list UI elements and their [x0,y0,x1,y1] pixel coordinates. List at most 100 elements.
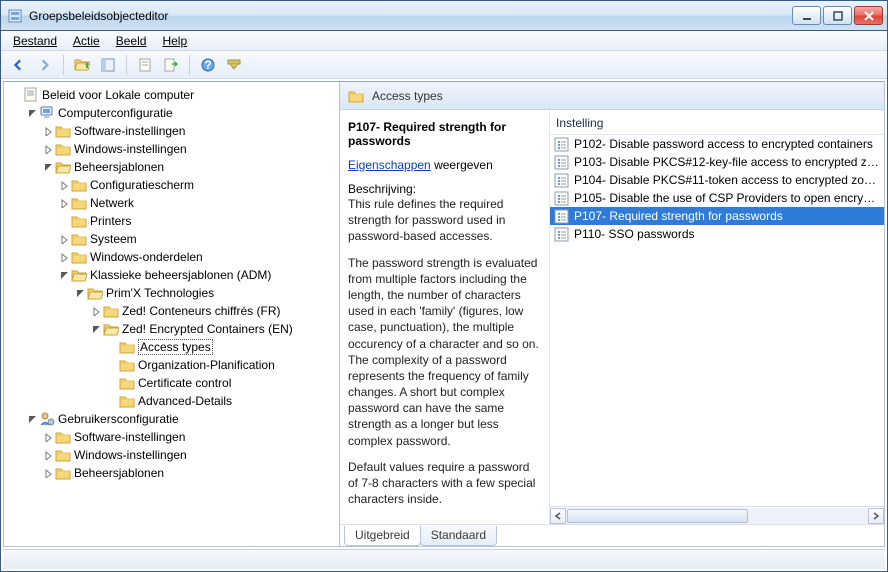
tree-root[interactable]: Beleid voor Lokale computer [8,86,339,104]
scroll-thumb[interactable] [567,509,748,523]
menu-view[interactable]: Beeld [108,31,155,51]
blank-icon [10,89,22,101]
properties-link[interactable]: Eigenschappen [348,158,431,172]
toolbar: ? [1,51,887,79]
list-item[interactable]: P102- Disable password access to encrypt… [550,135,884,153]
tree-user-software[interactable]: Software-instellingen [40,428,339,446]
tree-org-plan[interactable]: Organization-Planification [104,356,339,374]
menu-action[interactable]: Actie [65,31,108,51]
expander-closed-icon[interactable] [42,449,54,461]
folder-icon [119,340,135,354]
expander-closed-icon[interactable] [42,143,54,155]
list-item-selected[interactable]: P107- Required strength for passwords [550,207,884,225]
folder-icon [103,304,119,318]
list-item[interactable]: P103- Disable PKCS#12-key-file access to… [550,153,884,171]
list-item[interactable]: P104- Disable PKCS#11-token access to en… [550,171,884,189]
maximize-button[interactable] [823,6,852,25]
view-tabs: Uitgebreid Standaard [340,524,884,546]
computer-icon [39,105,55,121]
expander-closed-icon[interactable] [90,305,102,317]
tab-standard[interactable]: Standaard [420,526,497,546]
list-item[interactable]: P110- SSO passwords [550,225,884,243]
tree-zed-fr[interactable]: Zed! Conteneurs chiffrés (FR) [88,302,339,320]
folder-icon [55,124,71,138]
blank-icon [106,377,118,389]
description-p2: The password strength is evaluated from … [348,255,541,449]
list-item[interactable]: P105- Disable the use of CSP Providers t… [550,189,884,207]
tree-primx[interactable]: Prim'X Technologies [72,284,339,302]
folder-icon [55,142,71,156]
tree-user-admin[interactable]: Beheersjablonen [40,464,339,482]
tree-systeem[interactable]: Systeem [56,230,339,248]
tree-access-types[interactable]: Access types [104,338,339,356]
setting-icon [554,155,569,170]
folder-icon [71,232,87,246]
tab-extended[interactable]: Uitgebreid [344,526,421,546]
folder-open-icon [55,160,71,174]
expander-open-icon[interactable] [58,269,70,281]
folder-open-icon [71,268,87,282]
expander-open-icon[interactable] [26,107,38,119]
folder-open-icon [103,322,119,336]
scroll-left-button[interactable] [550,508,566,524]
scroll-right-button[interactable] [868,508,884,524]
folder-icon [348,89,364,103]
blank-icon [58,215,70,227]
export-button[interactable] [159,54,183,76]
up-button[interactable] [70,54,94,76]
setting-icon [554,227,569,242]
expander-open-icon[interactable] [90,323,102,335]
forward-button[interactable] [33,54,57,76]
help-button[interactable]: ? [196,54,220,76]
folder-icon [119,394,135,408]
tree-advanced-details[interactable]: Advanced-Details [104,392,339,410]
tree-windows-onderdelen[interactable]: Windows-onderdelen [56,248,339,266]
column-header-setting[interactable]: Instelling [550,110,884,135]
tree-cert-control[interactable]: Certificate control [104,374,339,392]
tree-pane[interactable]: Beleid voor Lokale computer Computerconf… [4,82,340,546]
tree-netwerk[interactable]: Netwerk [56,194,339,212]
folder-icon [55,430,71,444]
menu-file[interactable]: Bestand [5,31,65,51]
blank-icon [106,395,118,407]
expander-closed-icon[interactable] [58,179,70,191]
expander-closed-icon[interactable] [42,125,54,137]
expander-open-icon[interactable] [42,161,54,173]
properties-button[interactable] [133,54,157,76]
details-pane: Access types P107- Required strength for… [340,82,884,546]
expander-closed-icon[interactable] [58,197,70,209]
details-header-title: Access types [372,89,443,103]
folder-icon [119,376,135,390]
tree-software-settings[interactable]: Software-instellingen [40,122,339,140]
expander-open-icon[interactable] [26,413,38,425]
horizontal-scrollbar[interactable] [550,506,884,524]
tree-user-config[interactable]: Gebruikersconfiguratie [24,410,339,428]
tree-printers[interactable]: Printers [56,212,339,230]
window: Groepsbeleidsobjecteditor Bestand Actie … [0,0,888,572]
tree-configscherm[interactable]: Configuratiescherm [56,176,339,194]
menubar: Bestand Actie Beeld Help [1,31,887,51]
back-button[interactable] [7,54,31,76]
tree-user-windows[interactable]: Windows-instellingen [40,446,339,464]
expander-closed-icon[interactable] [42,431,54,443]
tree-windows-settings[interactable]: Windows-instellingen [40,140,339,158]
tree-computer-config[interactable]: Computerconfiguratie [24,104,339,122]
folder-icon [55,466,71,480]
filter-button[interactable] [222,54,246,76]
details-header: Access types [340,82,884,110]
minimize-button[interactable] [792,6,821,25]
expander-closed-icon[interactable] [42,467,54,479]
menu-help[interactable]: Help [154,31,195,51]
expander-closed-icon[interactable] [58,233,70,245]
expander-open-icon[interactable] [74,287,86,299]
tree-klassieke-adm[interactable]: Klassieke beheersjablonen (ADM) [56,266,339,284]
show-tree-button[interactable] [96,54,120,76]
description-p1: This rule defines the required strength … [348,196,541,245]
close-button[interactable] [854,6,883,25]
tree-zed-en[interactable]: Zed! Encrypted Containers (EN) [88,320,339,338]
scroll-track[interactable] [566,508,868,524]
tree-admin-templates[interactable]: Beheersjablonen [40,158,339,176]
blank-icon [106,341,118,353]
setting-icon [554,209,569,224]
expander-closed-icon[interactable] [58,251,70,263]
